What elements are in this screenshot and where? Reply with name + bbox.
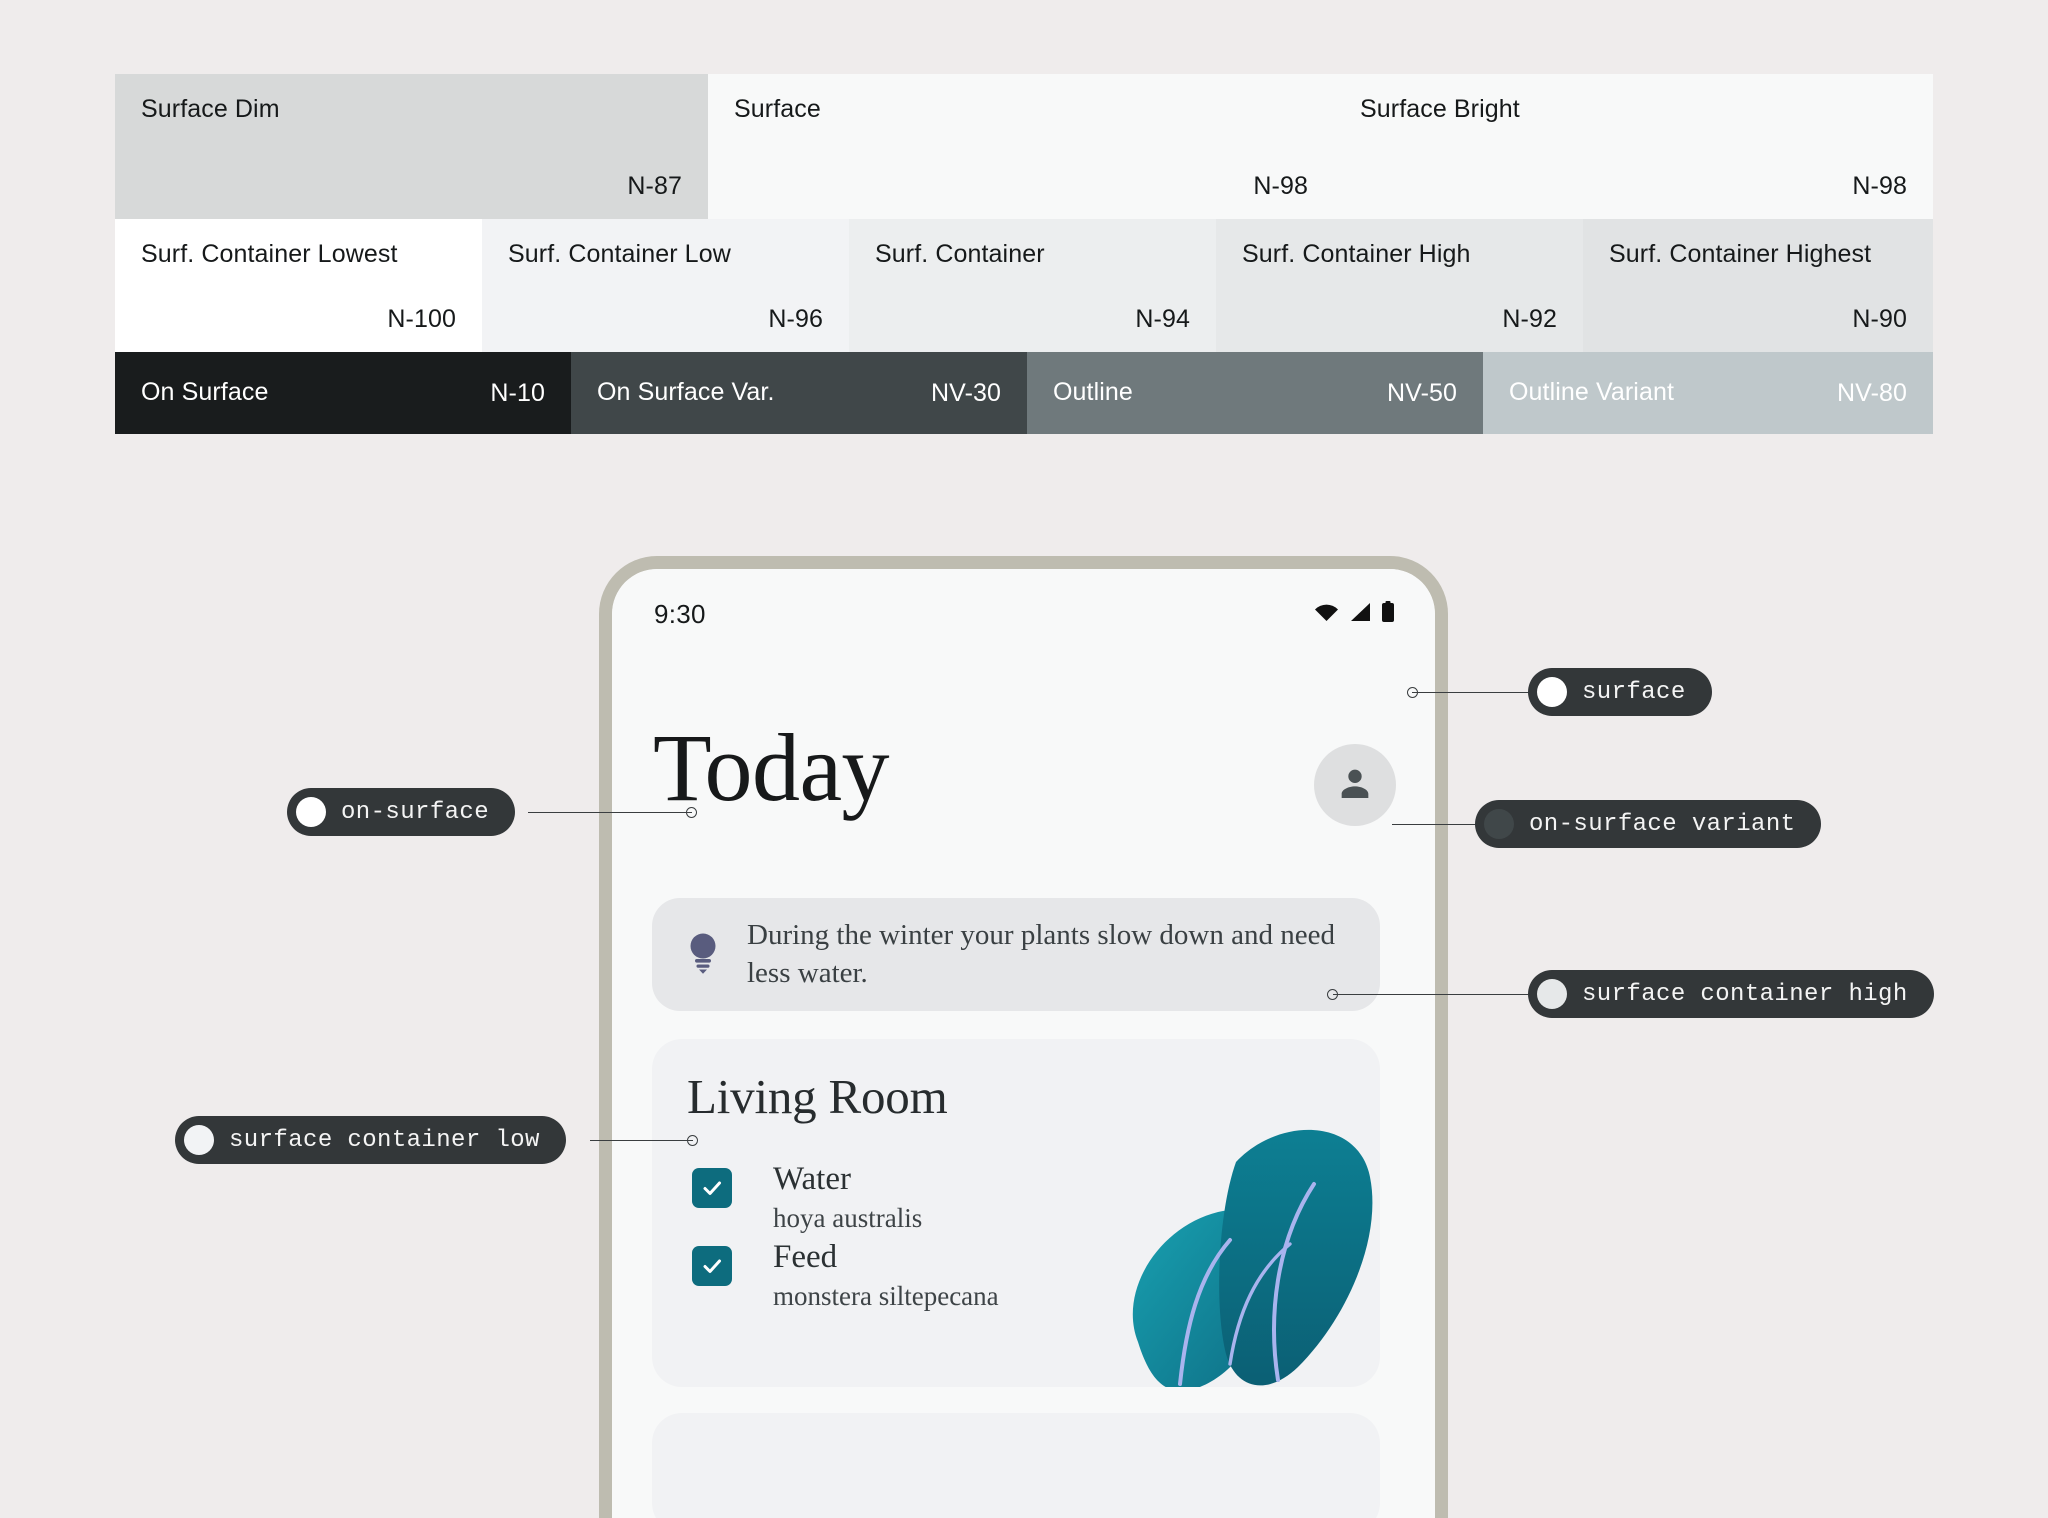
swatch-token: N-100 xyxy=(387,305,456,333)
battery-icon xyxy=(1381,600,1395,628)
annotation-pill-surface-container-high[interactable]: surface container high xyxy=(1528,970,1934,1018)
leader-dot-surface xyxy=(1407,687,1418,698)
swatch-token: N-94 xyxy=(1135,305,1190,333)
task-row-feed[interactable]: Feed monstera siltepecana xyxy=(692,1239,999,1314)
lightbulb-icon xyxy=(686,930,720,979)
leader-dot-surface-container-low xyxy=(687,1135,698,1146)
swatch-token: N-87 xyxy=(627,172,682,200)
task-text-feed: Feed monstera siltepecana xyxy=(773,1239,999,1314)
task-plant: hoya australis xyxy=(773,1202,923,1233)
pill-color-dot xyxy=(184,1125,214,1155)
pill-color-dot xyxy=(296,797,326,827)
swatch-label: Surf. Container High xyxy=(1242,240,1471,268)
swatch-token: N-96 xyxy=(768,305,823,333)
pill-label: on-surface xyxy=(341,798,490,826)
swatch-token: NV-50 xyxy=(1387,378,1457,407)
swatch-outline-variant[interactable]: Outline Variant NV-80 xyxy=(1483,352,1933,434)
swatch-label: On Surface xyxy=(141,378,269,407)
swatch-outline[interactable]: Outline NV-50 xyxy=(1027,352,1483,434)
pill-label: surface container high xyxy=(1582,980,1908,1008)
swatch-label: Surf. Container Lowest xyxy=(141,240,398,268)
swatch-surface-container[interactable]: Surf. Container N-94 xyxy=(849,219,1216,352)
swatch-on-surface[interactable]: On Surface N-10 xyxy=(115,352,571,434)
phone-screen: 9:30 Today During the winter your plants… xyxy=(612,569,1435,1518)
pill-color-dot xyxy=(1537,979,1567,1009)
leader-line-surface xyxy=(1412,692,1529,693)
swatch-surface[interactable]: Surface N-98 xyxy=(708,74,1334,219)
plant-illustration xyxy=(1118,1102,1380,1387)
swatch-token: N-92 xyxy=(1502,305,1557,333)
checkbox-water[interactable] xyxy=(692,1168,732,1208)
swatch-on-surface-variant[interactable]: On Surface Var. NV-30 xyxy=(571,352,1027,434)
annotation-pill-surface-container-low[interactable]: surface container low xyxy=(175,1116,566,1164)
pill-label: surface xyxy=(1582,678,1686,706)
swatch-surface-bright[interactable]: Surface Bright N-98 xyxy=(1334,74,1933,219)
signal-icon xyxy=(1348,602,1372,627)
task-row-water[interactable]: Water hoya australis xyxy=(692,1161,922,1236)
check-icon xyxy=(703,1259,721,1273)
color-swatch-table: Surface Dim N-87 Surface N-98 Surface Br… xyxy=(115,74,1933,434)
pill-label: on-surface variant xyxy=(1529,810,1796,838)
swatch-token: N-98 xyxy=(1852,172,1907,200)
leader-line-on-surface xyxy=(528,812,692,813)
phone-mockup: 9:30 Today During the winter your plants… xyxy=(599,556,1448,1518)
swatch-surface-container-low[interactable]: Surf. Container Low N-96 xyxy=(482,219,849,352)
living-room-card[interactable]: Living Room Water hoya australis Feed mo… xyxy=(652,1039,1380,1387)
swatch-surface-dim[interactable]: Surface Dim N-87 xyxy=(115,74,708,219)
room-title: Living Room xyxy=(687,1069,948,1124)
pill-color-dot xyxy=(1484,809,1514,839)
swatch-row-on-surface: On Surface N-10 On Surface Var. NV-30 Ou… xyxy=(115,352,1933,434)
check-icon xyxy=(703,1181,721,1195)
swatch-surface-container-highest[interactable]: Surf. Container Highest N-90 xyxy=(1583,219,1933,352)
leader-line-surface-container-high xyxy=(1333,994,1529,995)
next-room-card[interactable] xyxy=(652,1413,1380,1518)
swatch-surface-container-lowest[interactable]: Surf. Container Lowest N-100 xyxy=(115,219,482,352)
annotation-pill-on-surface[interactable]: on-surface xyxy=(287,788,516,836)
task-text-water: Water hoya australis xyxy=(773,1161,922,1236)
annotation-pill-surface[interactable]: surface xyxy=(1528,668,1712,716)
swatch-label: On Surface Var. xyxy=(597,378,775,407)
swatch-surface-container-high[interactable]: Surf. Container High N-92 xyxy=(1216,219,1583,352)
status-icons xyxy=(1314,600,1395,628)
swatch-label: Outline Variant xyxy=(1509,378,1675,407)
swatch-token: N-90 xyxy=(1852,305,1907,333)
wifi-icon xyxy=(1314,602,1339,627)
task-name: Water xyxy=(773,1161,851,1197)
leader-dot-surface-container-high xyxy=(1327,989,1338,1000)
swatch-label: Surface Bright xyxy=(1360,95,1520,123)
tip-text: During the winter your plants slow down … xyxy=(747,919,1335,989)
swatch-label: Surface Dim xyxy=(141,95,280,123)
swatch-token: N-10 xyxy=(490,378,545,407)
leader-line-on-surface-variant xyxy=(1392,824,1478,825)
avatar[interactable] xyxy=(1314,744,1396,826)
person-icon xyxy=(1335,763,1375,808)
tip-card[interactable]: During the winter your plants slow down … xyxy=(652,898,1380,1011)
swatch-token: N-98 xyxy=(1253,172,1308,200)
annotation-pill-on-surface-variant[interactable]: on-surface variant xyxy=(1475,800,1822,848)
swatch-row-surface: Surface Dim N-87 Surface N-98 Surface Br… xyxy=(115,74,1933,219)
swatch-label: Surf. Container Low xyxy=(508,240,731,268)
pill-color-dot xyxy=(1537,677,1567,707)
leader-line-surface-container-low xyxy=(590,1140,693,1141)
status-bar: 9:30 xyxy=(612,569,1435,631)
swatch-label: Surf. Container Highest xyxy=(1609,240,1872,268)
leader-dot-on-surface xyxy=(686,807,697,818)
status-time: 9:30 xyxy=(654,598,706,629)
page-title: Today xyxy=(653,714,890,821)
page-root: Surface Dim N-87 Surface N-98 Surface Br… xyxy=(0,0,2048,1518)
swatch-label: Surf. Container xyxy=(875,240,1045,268)
pill-label: surface container low xyxy=(229,1126,540,1154)
checkbox-feed[interactable] xyxy=(692,1246,732,1286)
task-name: Feed xyxy=(773,1239,838,1275)
task-plant: monstera siltepecana xyxy=(773,1280,999,1311)
swatch-row-containers: Surf. Container Lowest N-100 Surf. Conta… xyxy=(115,219,1933,352)
swatch-token: NV-80 xyxy=(1837,378,1907,407)
swatch-label: Surface xyxy=(734,95,821,123)
swatch-token: NV-30 xyxy=(931,378,1001,407)
swatch-label: Outline xyxy=(1053,378,1133,407)
